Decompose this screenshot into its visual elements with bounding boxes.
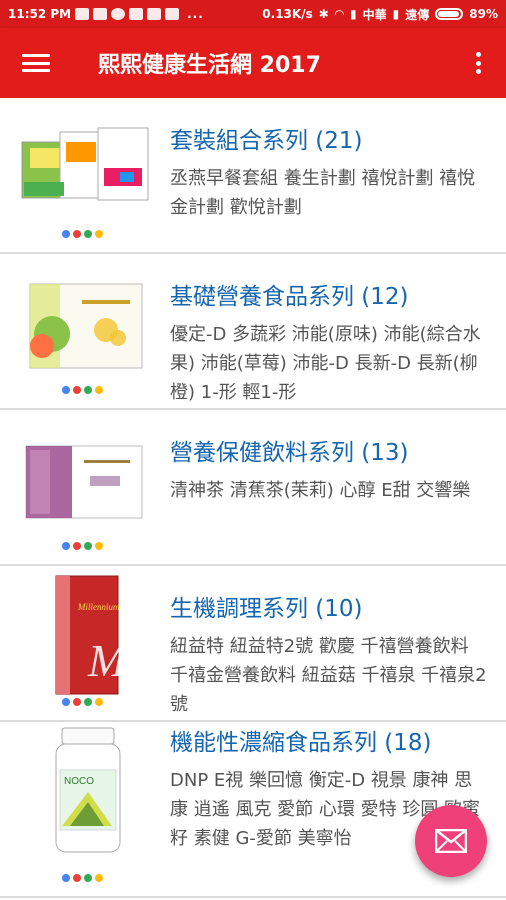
notification-icon bbox=[165, 8, 180, 20]
status-dots bbox=[62, 542, 103, 550]
signal-icon: ▮ bbox=[350, 7, 357, 21]
contact-fab-button[interactable] bbox=[415, 805, 487, 877]
signal-icon: ▮ bbox=[392, 7, 400, 21]
product-image: NOCO bbox=[55, 727, 121, 853]
more-vert-icon[interactable] bbox=[476, 52, 482, 74]
bluetooth-icon: ✱ bbox=[318, 7, 329, 21]
status-time: 11:52 PM bbox=[8, 7, 72, 21]
category-item-functional-concentrates[interactable]: NOCO 機能性濃縮食品系列 (18) DNP E視 樂回憶 衡定-D 視景 康… bbox=[0, 722, 506, 898]
mail-icon bbox=[435, 829, 467, 853]
notification-icon bbox=[129, 8, 144, 20]
product-thumbnail bbox=[0, 254, 170, 408]
category-list: 套裝組合系列 (21) 丞燕早餐套組 養生計劃 禧悅計劃 禧悅金計劃 歡悅計劃 … bbox=[0, 98, 506, 898]
menu-icon[interactable] bbox=[22, 52, 50, 74]
battery-icon bbox=[435, 8, 464, 20]
mail-notification-icon bbox=[147, 8, 162, 20]
svg-text:NOCO: NOCO bbox=[64, 776, 94, 787]
category-item-health-drinks[interactable]: 營養保健飲料系列 (13) 清神茶 清蕉茶(茉莉) 心醇 E甜 交響樂 bbox=[0, 410, 506, 566]
battery-percent: 89% bbox=[469, 7, 498, 21]
category-description: 丞燕早餐套組 養生計劃 禧悅計劃 禧悅金計劃 歡悅計劃 bbox=[170, 168, 476, 218]
product-thumbnail: NOCO bbox=[0, 722, 170, 896]
category-description: 清神茶 清蕉茶(茉莉) 心醇 E甜 交響樂 bbox=[170, 480, 471, 501]
status-dots bbox=[62, 386, 103, 394]
category-title: 基礎營養食品系列 (12) bbox=[170, 284, 409, 310]
category-item-set-combos[interactable]: 套裝組合系列 (21) 丞燕早餐套組 養生計劃 禧悅計劃 禧悅金計劃 歡悅計劃 bbox=[0, 98, 506, 254]
status-dots bbox=[62, 698, 103, 706]
notification-icon bbox=[93, 8, 108, 20]
product-thumbnail: Millennium M bbox=[0, 566, 170, 720]
status-bar: 11:52 PM ... 0.13K/s ✱ ◠ ▮ 中華 ▮ 遠傳 89% bbox=[0, 0, 506, 28]
carrier-label: 中華 bbox=[362, 7, 387, 22]
notification-icon bbox=[75, 8, 90, 20]
category-title: 機能性濃縮食品系列 (18) bbox=[170, 730, 432, 756]
app-title: 熙熙健康生活網 2017 bbox=[98, 53, 321, 78]
product-thumbnail bbox=[0, 410, 170, 564]
carrier-label: 遠傳 bbox=[405, 7, 430, 22]
notification-icon bbox=[111, 8, 126, 20]
category-title: 生機調理系列 (10) bbox=[170, 596, 363, 622]
status-dots bbox=[62, 874, 103, 882]
svg-text:Millennium: Millennium bbox=[77, 602, 120, 612]
svg-text:M: M bbox=[87, 635, 129, 686]
category-item-bio-conditioning[interactable]: Millennium M 生機調理系列 (10) 紐益特 紐益特2號 歡慶 千禧… bbox=[0, 566, 506, 722]
category-title: 營養保健飲料系列 (13) bbox=[170, 440, 409, 466]
product-thumbnail bbox=[0, 98, 170, 252]
more-notifications: ... bbox=[187, 7, 204, 21]
category-description: 優定-D 多蔬彩 沛能(原味) 沛能(綜合水果) 沛能(草莓) 沛能-D 長新-… bbox=[170, 324, 481, 403]
category-title: 套裝組合系列 (21) bbox=[170, 128, 363, 154]
network-speed: 0.13K/s bbox=[262, 7, 313, 21]
category-item-basic-nutrition[interactable]: 基礎營養食品系列 (12) 優定-D 多蔬彩 沛能(原味) 沛能(綜合水果) 沛… bbox=[0, 254, 506, 410]
app-bar: 熙熙健康生活網 2017 bbox=[0, 28, 506, 98]
status-dots bbox=[62, 230, 103, 238]
wifi-icon: ◠ bbox=[334, 7, 345, 21]
category-description: 紐益特 紐益特2號 歡慶 千禧營養飲料 千禧金營養飲料 紐益菇 千禧泉 千禧泉2… bbox=[170, 636, 487, 715]
